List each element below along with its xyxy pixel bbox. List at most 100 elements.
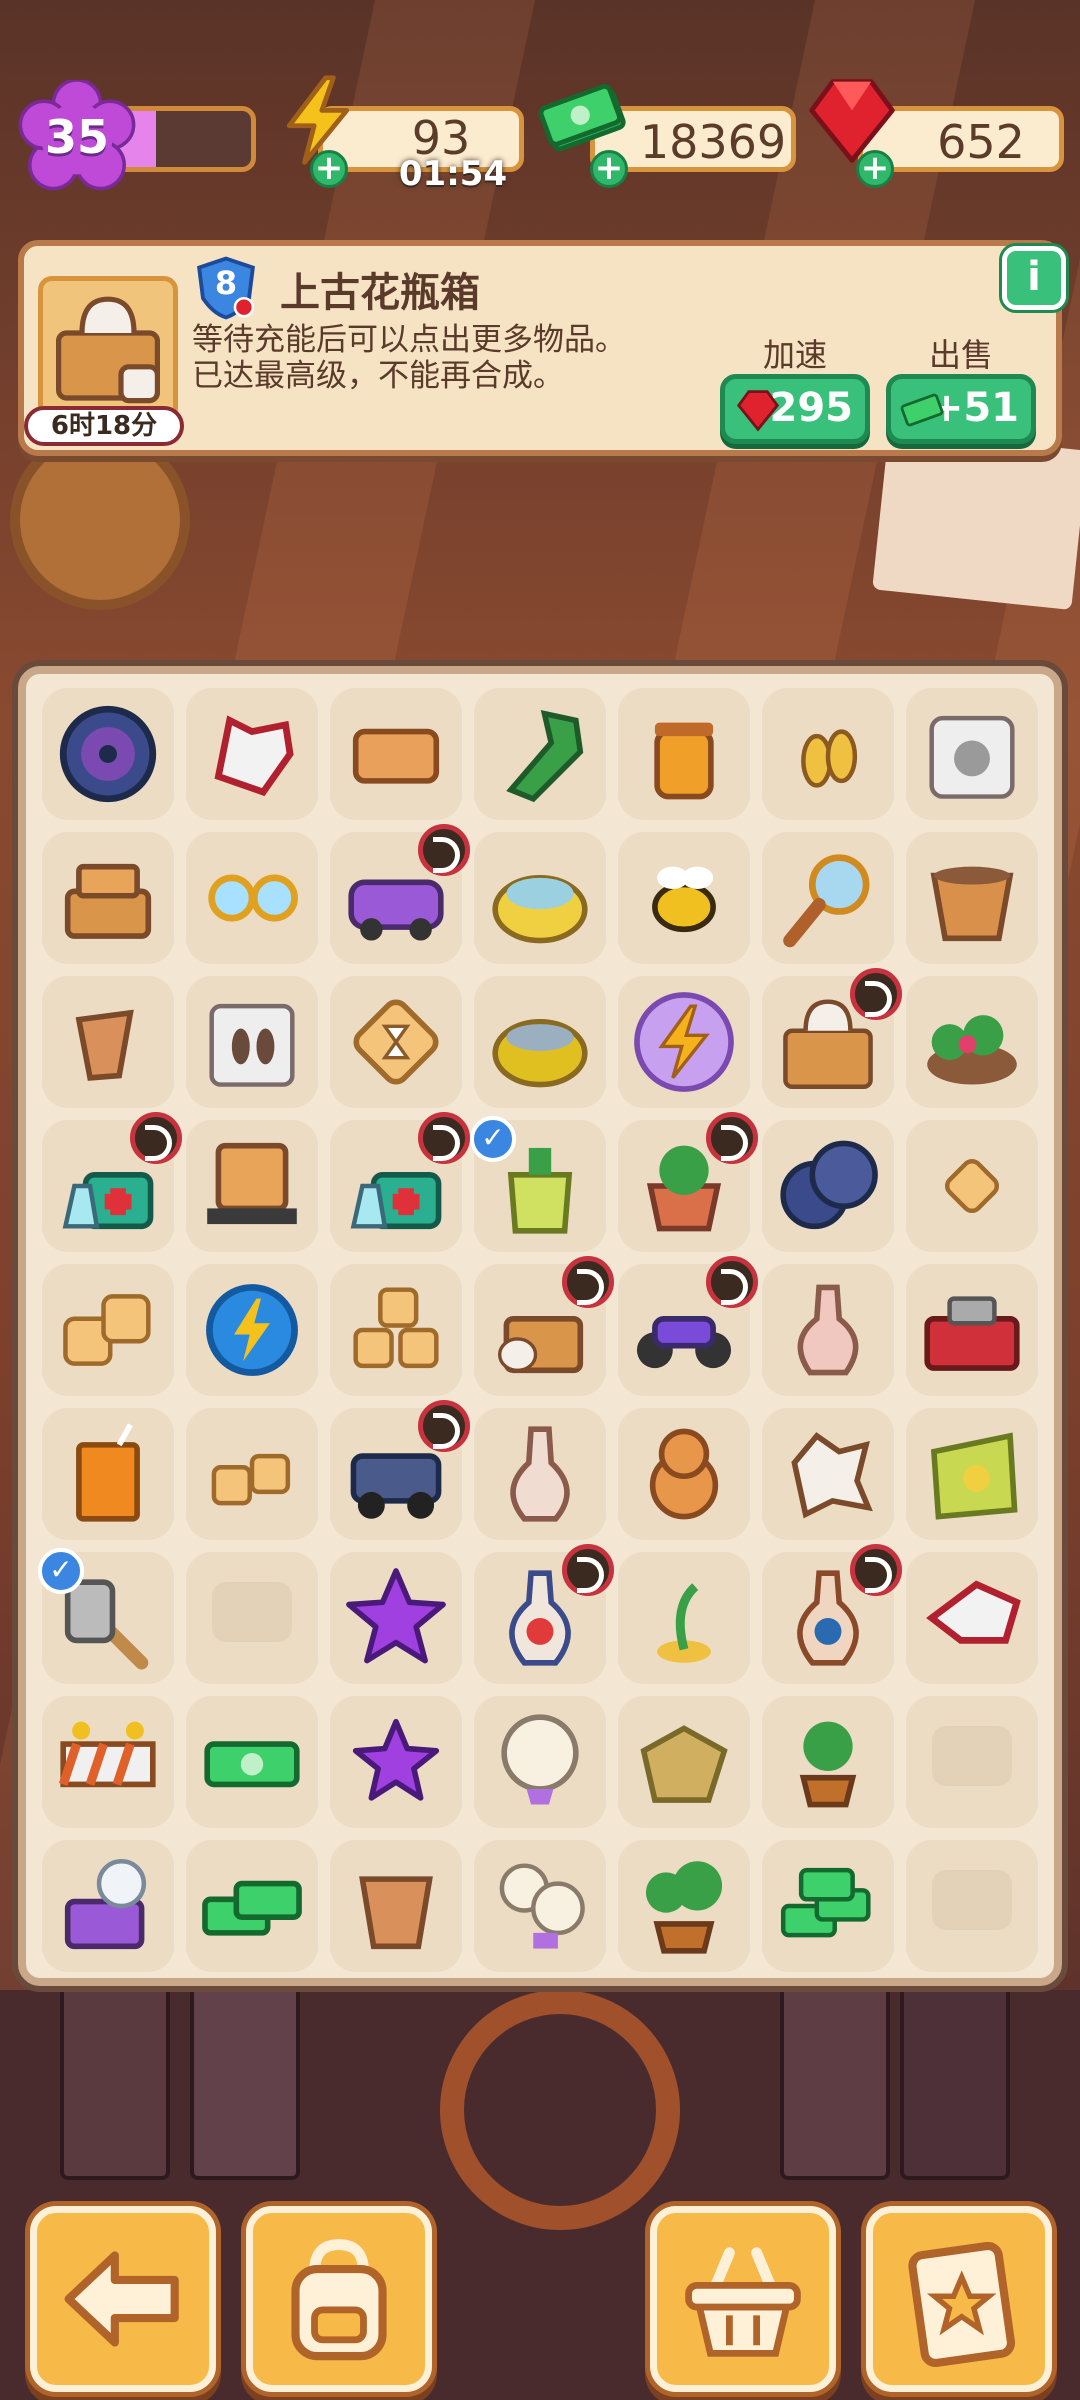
board-cell[interactable]: [186, 1840, 318, 1972]
box-stack-icon: [52, 842, 164, 954]
board-cell[interactable]: [42, 1264, 174, 1396]
board-cell[interactable]: [186, 1408, 318, 1540]
backpack-button[interactable]: [246, 2206, 432, 2392]
board-cell[interactable]: [474, 976, 606, 1108]
board-cell[interactable]: [186, 688, 318, 820]
flower-bed-icon: [916, 986, 1028, 1098]
board-cell[interactable]: [186, 1264, 318, 1396]
board-cell[interactable]: ✓: [38, 1548, 174, 1684]
basket-icon: [685, 2247, 801, 2357]
board-cell[interactable]: [474, 1840, 606, 1972]
sell-button[interactable]: +51: [886, 374, 1036, 444]
board-cell[interactable]: [618, 1408, 750, 1540]
timer-badge-icon: [562, 1544, 614, 1596]
cash-plus-button[interactable]: +: [590, 150, 628, 188]
board-cell[interactable]: [618, 976, 750, 1108]
board-cell[interactable]: [186, 832, 318, 964]
board-cell[interactable]: [906, 832, 1038, 964]
timer-badge-icon: [850, 968, 902, 1020]
board-cell[interactable]: [906, 1552, 1038, 1684]
empty-cell[interactable]: [906, 1840, 1038, 1972]
board-cell[interactable]: [42, 1840, 174, 1972]
back-button[interactable]: [30, 2206, 216, 2392]
empty-cell[interactable]: [186, 1552, 318, 1684]
board-cell[interactable]: [618, 832, 750, 964]
board-cell[interactable]: [906, 976, 1038, 1108]
board-cell[interactable]: [618, 1696, 750, 1828]
board-cell[interactable]: [330, 976, 462, 1108]
board-cell[interactable]: [474, 1408, 606, 1540]
board-cell[interactable]: [618, 1256, 758, 1396]
timer-badge-icon: [562, 1256, 614, 1308]
board-cell[interactable]: [762, 1696, 894, 1828]
honey-jar-icon: [628, 698, 740, 810]
board-cell[interactable]: [42, 1112, 182, 1252]
board-cell[interactable]: [618, 1840, 750, 1972]
board-cell[interactable]: [330, 688, 462, 820]
board-cell[interactable]: [186, 1696, 318, 1828]
board-cell[interactable]: [906, 1408, 1038, 1540]
energy-coin-icon: [196, 1274, 308, 1386]
board-cell[interactable]: [906, 688, 1038, 820]
seeds-icon: [772, 698, 884, 810]
speed-up-button[interactable]: 295: [720, 374, 870, 444]
bee-icon: [628, 842, 740, 954]
board-cell[interactable]: [762, 968, 902, 1108]
item-title: 上古花瓶箱: [280, 270, 480, 316]
board-cell[interactable]: [474, 1544, 614, 1684]
shop-button[interactable]: [650, 2206, 836, 2392]
star-small-icon: [340, 1706, 452, 1818]
board-cell[interactable]: [762, 1840, 894, 1972]
board-cell[interactable]: [330, 1552, 462, 1684]
board-cell[interactable]: [762, 1408, 894, 1540]
cash-pile-icon: [772, 1850, 884, 1962]
board-cell[interactable]: [474, 1696, 606, 1828]
board-cell[interactable]: [762, 688, 894, 820]
clay-pot-icon: [340, 1850, 452, 1962]
board-cell[interactable]: [42, 976, 174, 1108]
board-cell[interactable]: [330, 1840, 462, 1972]
board-cell[interactable]: [474, 688, 606, 820]
bg-magnifier: [440, 1990, 680, 2230]
board-cell[interactable]: [42, 1696, 174, 1828]
timer-badge-icon: [130, 1112, 182, 1164]
board-cell[interactable]: [330, 824, 470, 964]
board-cell[interactable]: [186, 976, 318, 1108]
wheel-icon: [52, 698, 164, 810]
magnifier-icon: [772, 842, 884, 954]
seed-bag-icon: [916, 1418, 1028, 1530]
sapling-icon: [772, 1706, 884, 1818]
info-button[interactable]: i: [1002, 246, 1066, 310]
board-cell[interactable]: [330, 1696, 462, 1828]
board-cell[interactable]: [762, 1264, 894, 1396]
board-cell[interactable]: [474, 1256, 614, 1396]
broken-pot-icon: [52, 986, 164, 1098]
board-cell[interactable]: [618, 1112, 758, 1252]
speed-up-label: 加速: [762, 336, 827, 374]
board-cell[interactable]: [42, 1408, 174, 1540]
board-cell[interactable]: [762, 1544, 902, 1684]
board-cell[interactable]: [42, 688, 174, 820]
board-cell[interactable]: [42, 832, 174, 964]
board-cell[interactable]: [762, 832, 894, 964]
board-cell[interactable]: [474, 832, 606, 964]
board-cell[interactable]: [186, 1120, 318, 1252]
energy-plus-button[interactable]: +: [310, 150, 348, 188]
board-cell[interactable]: ✓: [470, 1116, 606, 1252]
gem-value: 652: [937, 115, 1025, 169]
board-cell[interactable]: [906, 1120, 1038, 1252]
tasks-button[interactable]: [866, 2206, 1052, 2392]
board-cell[interactable]: [906, 1264, 1038, 1396]
board-cell[interactable]: [618, 688, 750, 820]
bonsai-icon: [628, 1850, 740, 1962]
empty-cell[interactable]: [906, 1696, 1038, 1828]
item-description-line: 已达最高级，不能再合成。: [192, 358, 564, 394]
selected-item-thumbnail: [38, 276, 178, 422]
gem-plus-button[interactable]: +: [856, 150, 894, 188]
board-cell[interactable]: [618, 1552, 750, 1684]
board-cell[interactable]: [330, 1112, 470, 1252]
star-purple-icon: [340, 1562, 452, 1674]
board-cell[interactable]: [762, 1120, 894, 1252]
board-cell[interactable]: [330, 1264, 462, 1396]
board-cell[interactable]: [330, 1400, 470, 1540]
